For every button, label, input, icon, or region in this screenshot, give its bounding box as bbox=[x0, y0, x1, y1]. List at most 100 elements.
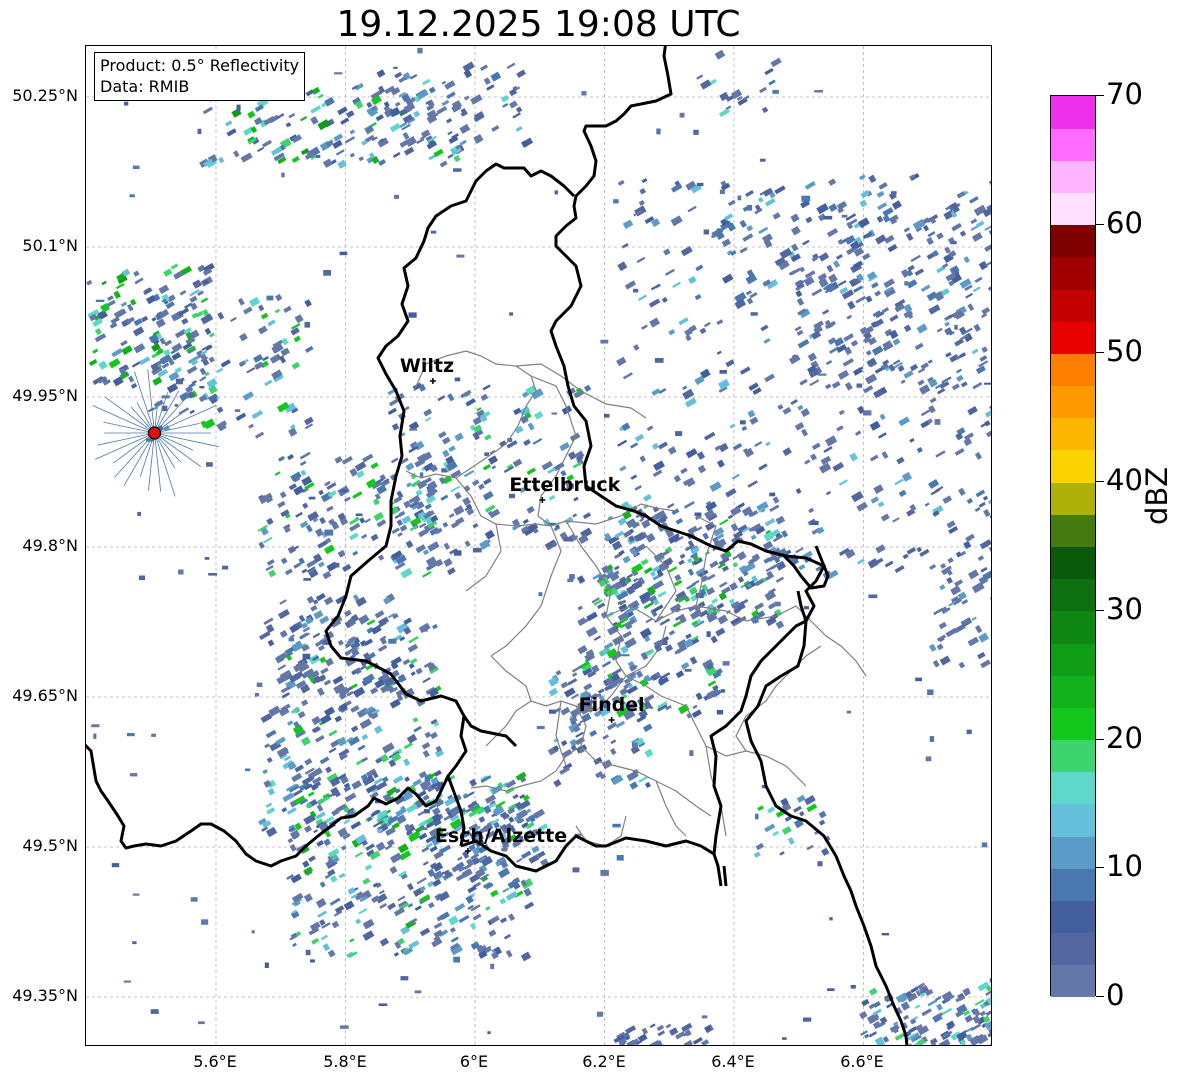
echo-cell bbox=[975, 625, 983, 634]
echo-cell bbox=[811, 330, 822, 340]
echo-cell bbox=[431, 807, 441, 816]
echo-cell bbox=[448, 445, 456, 452]
echo-cell bbox=[989, 513, 991, 523]
echo-cell bbox=[775, 620, 785, 630]
echo-cell bbox=[414, 905, 422, 912]
echo-cell bbox=[392, 775, 404, 784]
echo-cell bbox=[702, 532, 710, 540]
echo-cell bbox=[678, 317, 689, 326]
echo-cell bbox=[403, 758, 411, 767]
echo-cell bbox=[790, 399, 798, 406]
echo-cell bbox=[847, 300, 856, 310]
echo-cell bbox=[942, 495, 953, 504]
echo-cell bbox=[657, 1030, 666, 1037]
echo-cell bbox=[772, 89, 779, 94]
echo-cell bbox=[929, 564, 937, 570]
echo-cell bbox=[696, 182, 704, 187]
echo-cell bbox=[869, 420, 881, 431]
colorbar-segment bbox=[1051, 900, 1095, 934]
echo-cell bbox=[402, 131, 410, 140]
echo-cell bbox=[742, 233, 754, 242]
echo-cell bbox=[641, 324, 648, 330]
echo-cell bbox=[567, 578, 574, 583]
echo-cell bbox=[855, 295, 867, 304]
echo-cell bbox=[312, 632, 321, 639]
echo-cell bbox=[902, 553, 909, 560]
echo-cell bbox=[381, 776, 389, 783]
echo-cell bbox=[990, 391, 991, 399]
map-canvas: Wiltz Ettelbruck Findel Esch/Alzette bbox=[86, 46, 991, 1045]
echo-cell bbox=[150, 1009, 159, 1014]
echo-cell bbox=[894, 478, 904, 486]
echo-cell bbox=[687, 205, 697, 213]
echo-cell bbox=[764, 197, 776, 207]
echo-cell bbox=[928, 304, 941, 315]
echo-cell bbox=[716, 709, 724, 715]
echo-cell bbox=[868, 594, 878, 599]
echo-cell bbox=[808, 507, 815, 514]
echo-cell bbox=[560, 706, 571, 716]
echo-cell bbox=[307, 791, 315, 797]
echo-cell bbox=[344, 496, 351, 503]
echo-cell bbox=[288, 427, 298, 437]
echo-cell bbox=[334, 72, 343, 75]
echo-cell bbox=[898, 489, 907, 497]
echo-cell bbox=[688, 276, 697, 285]
echo-cell bbox=[942, 263, 949, 269]
echo-cell bbox=[389, 122, 401, 133]
echo-cell bbox=[606, 722, 618, 731]
clutter-ray bbox=[94, 432, 155, 460]
echo-cell bbox=[294, 764, 304, 773]
echo-cell bbox=[342, 563, 352, 572]
echo-cell bbox=[938, 1038, 951, 1045]
echo-cell bbox=[718, 378, 730, 390]
echo-cell bbox=[403, 742, 414, 750]
y-tick-label: 50.1°N bbox=[22, 236, 78, 255]
echo-cell bbox=[630, 474, 638, 480]
echo-cell bbox=[984, 409, 991, 418]
echo-cell bbox=[610, 739, 617, 745]
echo-cell bbox=[936, 232, 944, 240]
echo-cell bbox=[837, 369, 850, 380]
echo-cell bbox=[480, 393, 489, 401]
echo-cell bbox=[409, 73, 418, 80]
echo-cell bbox=[134, 277, 144, 285]
echo-cell bbox=[234, 409, 241, 412]
colorbar-segment bbox=[1051, 707, 1095, 741]
echo-cell bbox=[313, 610, 324, 620]
echo-cell bbox=[236, 104, 241, 111]
echo-cell bbox=[882, 207, 894, 217]
echo-cell bbox=[322, 943, 331, 952]
echo-cell bbox=[337, 639, 344, 646]
echo-cell bbox=[988, 177, 991, 186]
echo-cell bbox=[699, 79, 712, 90]
echo-cell bbox=[672, 281, 682, 289]
echo-cell bbox=[409, 657, 418, 665]
echo-cell bbox=[357, 744, 366, 751]
echo-cell bbox=[190, 897, 198, 902]
echo-cell bbox=[178, 407, 190, 415]
echo-cell bbox=[137, 511, 141, 516]
echo-cell bbox=[984, 382, 991, 385]
echo-cell bbox=[652, 579, 665, 590]
echo-cell bbox=[408, 940, 420, 950]
echo-cell bbox=[938, 621, 947, 630]
echo-cell bbox=[383, 101, 390, 108]
echo-cell bbox=[323, 838, 331, 847]
echo-cell bbox=[375, 841, 386, 852]
echo-cell bbox=[888, 364, 896, 372]
echo-cell bbox=[985, 259, 991, 267]
echo-cell bbox=[828, 273, 838, 284]
clutter-ray bbox=[114, 432, 155, 478]
echo-cell bbox=[928, 643, 937, 652]
echo-cell bbox=[317, 119, 331, 131]
echo-cell bbox=[332, 139, 343, 149]
echo-cell bbox=[286, 807, 297, 815]
echo-cell bbox=[609, 748, 617, 756]
echo-cell bbox=[258, 304, 265, 312]
echo-cell bbox=[302, 653, 311, 660]
echo-cell bbox=[443, 815, 451, 822]
echo-cell bbox=[826, 264, 834, 273]
echo-cell bbox=[746, 224, 754, 232]
echo-cell bbox=[875, 544, 886, 554]
